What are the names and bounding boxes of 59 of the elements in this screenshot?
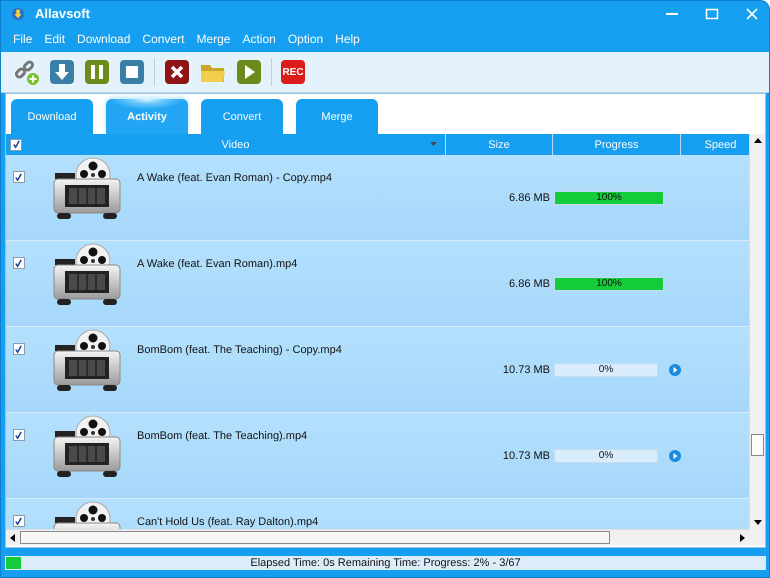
play-icon[interactable] (236, 59, 262, 85)
stop-icon[interactable] (119, 59, 145, 85)
file-size: 10.73 MB (502, 450, 550, 462)
horizontal-scrollbar[interactable] (6, 529, 749, 545)
film-reel-icon (51, 243, 123, 307)
progress-text: 100% (596, 278, 622, 289)
menu-item[interactable]: Edit (38, 32, 72, 46)
download-icon[interactable] (49, 59, 75, 85)
checkbox[interactable] (12, 429, 24, 441)
menu-item[interactable]: Merge (190, 32, 236, 46)
menu-item[interactable]: Option (282, 32, 330, 46)
table-row[interactable]: A Wake (feat. Evan Roman) - Copy.mp4 6.86 MB 100% (6, 155, 749, 241)
scrollbar-thumb[interactable] (20, 531, 610, 544)
file-size: 10.73 MB (502, 364, 550, 376)
file-name: BomBom (feat. The Teaching) - Copy.mp4 (137, 343, 342, 356)
checkbox[interactable] (12, 171, 24, 183)
menu-item[interactable]: Action (236, 32, 282, 46)
checkbox[interactable] (10, 138, 22, 150)
tab[interactable]: Convert (201, 99, 283, 134)
film-reel-icon (51, 329, 123, 393)
checkbox[interactable] (12, 343, 24, 355)
play-icon[interactable] (669, 450, 681, 462)
sort-arrow-icon[interactable] (430, 142, 437, 146)
file-name: Can't Hold Us (feat. Ray Dalton).mp4 (137, 515, 318, 528)
tab[interactable]: Merge (296, 99, 378, 134)
menu-item[interactable]: Download (71, 32, 136, 46)
file-name: A Wake (feat. Evan Roman) - Copy.mp4 (137, 171, 332, 184)
window-title: Allavsoft (35, 6, 90, 21)
menu-item[interactable]: File (7, 32, 38, 46)
app-icon (11, 6, 25, 20)
file-name: A Wake (feat. Evan Roman).mp4 (137, 257, 298, 270)
checkbox[interactable] (12, 515, 24, 527)
add-link-icon[interactable] (12, 58, 40, 86)
progress-text: 0% (598, 364, 614, 375)
play-icon[interactable] (669, 364, 681, 376)
record-button[interactable]: REC (281, 60, 305, 84)
maximize-button[interactable] (705, 6, 719, 20)
checkbox[interactable] (12, 257, 24, 269)
progress-text: 0% (598, 450, 614, 461)
file-name: BomBom (feat. The Teaching).mp4 (137, 429, 308, 442)
film-reel-icon (51, 157, 123, 221)
menu-item[interactable]: Help (329, 32, 366, 46)
progress-text: 100% (596, 192, 622, 203)
tab[interactable]: Activity (106, 99, 188, 134)
vertical-scrollbar[interactable] (749, 134, 765, 529)
close-button[interactable] (745, 6, 759, 20)
delete-icon[interactable] (164, 59, 190, 85)
tab[interactable]: Download (11, 99, 93, 134)
status-text: Elapsed Time: 0s Remaining Time: Progress: 2% - 3/67 (250, 556, 521, 568)
film-reel-icon (51, 415, 123, 479)
table-row[interactable]: A Wake (feat. Evan Roman).mp4 6.86 MB 100% (6, 241, 749, 327)
pause-icon[interactable] (84, 59, 110, 85)
file-size: 6.86 MB (509, 192, 550, 204)
file-size: 6.86 MB (509, 278, 550, 290)
table-row[interactable]: BomBom (feat. The Teaching) - Copy.mp4 10.73 MB 0% (6, 327, 749, 413)
scrollbar-thumb[interactable] (751, 434, 764, 456)
menu-item[interactable]: Convert (136, 32, 190, 46)
table-row[interactable]: Can't Hold Us (feat. Ray Dalton).mp4 (6, 499, 749, 529)
table-row[interactable]: BomBom (feat. The Teaching).mp4 10.73 MB 0% (6, 413, 749, 499)
